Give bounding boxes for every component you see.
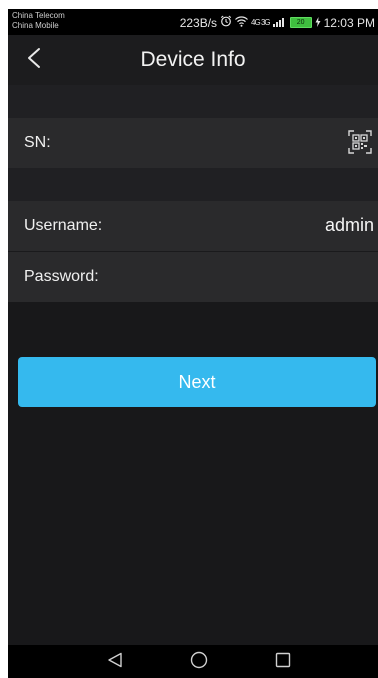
- next-button[interactable]: Next: [18, 357, 376, 407]
- section-spacer: [8, 168, 378, 201]
- wifi-icon: [235, 15, 248, 30]
- net-speed: 223B/s: [179, 15, 218, 30]
- scan-qr-button[interactable]: [348, 130, 372, 154]
- carrier-2: China Mobile: [12, 21, 59, 30]
- phone-screen: China Telecom China Mobile 223B/s 4G 3G …: [8, 9, 378, 678]
- battery-icon: 20: [289, 17, 312, 28]
- nav-home-button[interactable]: [187, 651, 211, 674]
- charging-icon: [315, 16, 321, 30]
- navigation-bar: [8, 645, 378, 678]
- nav-back-icon: [107, 652, 123, 673]
- carrier-info: China Telecom China Mobile: [12, 11, 65, 31]
- nav-home-icon: [190, 651, 208, 674]
- section-spacer: [8, 85, 378, 118]
- username-label: Username:: [24, 217, 103, 234]
- username-row[interactable]: Username: admin: [8, 201, 378, 251]
- username-field[interactable]: admin: [325, 215, 374, 236]
- clock: 12:03 PM: [323, 15, 375, 30]
- nav-recents-icon: [275, 652, 291, 673]
- signal-icon: [272, 16, 287, 30]
- qr-scan-icon: [348, 130, 372, 158]
- nav-back-button[interactable]: [103, 652, 127, 672]
- app-bar: Device Info: [8, 35, 378, 85]
- carrier-1: China Telecom: [12, 11, 65, 20]
- alarm-icon: [220, 15, 232, 30]
- status-bar: China Telecom China Mobile 223B/s 4G 3G …: [8, 9, 378, 35]
- nav-recents-button[interactable]: [271, 652, 295, 672]
- password-label: Password:: [24, 268, 99, 285]
- sn-row[interactable]: SN:: [8, 118, 378, 168]
- sn-label: SN:: [24, 134, 51, 151]
- page-title: Device Info: [140, 48, 246, 71]
- signal-text: 4G 3G: [251, 17, 271, 27]
- status-indicators: 223B/s 4G 3G 20 12:03 PM: [180, 15, 375, 30]
- password-row[interactable]: Password:: [8, 252, 378, 302]
